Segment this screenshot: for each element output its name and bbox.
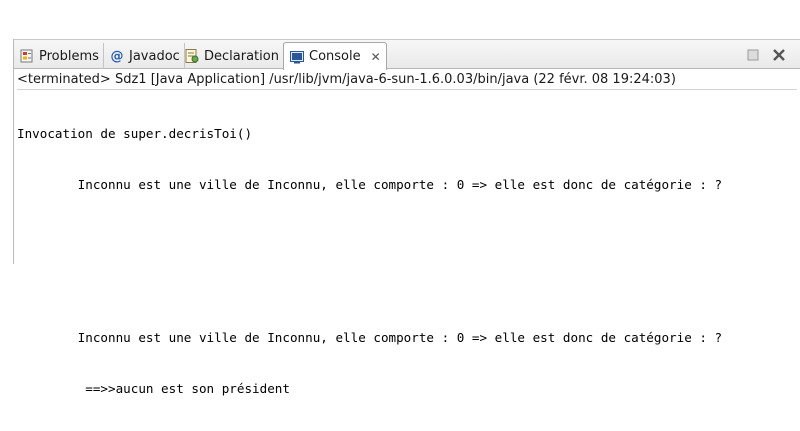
console-output[interactable]: Invocation de super.decrisToi() Inconnu … — [17, 91, 797, 431]
console-icon — [289, 49, 305, 65]
tab-label: Problems — [39, 48, 99, 64]
console-line: ==>>aucun est son président — [17, 381, 290, 396]
javadoc-at-icon: @ — [110, 48, 124, 64]
console-line: Inconnu est une ville de Inconnu, elle c… — [17, 330, 723, 345]
maximize-icon[interactable] — [771, 47, 787, 63]
tab-javadoc[interactable]: @ Javadoc — [104, 43, 185, 69]
console-view: Problems @ Javadoc Declaration Console ✕… — [13, 39, 800, 396]
tab-label: Console — [309, 49, 361, 64]
tab-console[interactable]: Console ✕ — [283, 42, 387, 70]
declaration-icon — [184, 48, 200, 64]
problems-icon — [19, 48, 35, 64]
console-line: Inconnu est une ville de Inconnu, elle c… — [17, 177, 723, 192]
minimize-icon[interactable] — [745, 47, 761, 63]
tab-label: Declaration — [204, 48, 279, 64]
process-status-line: <terminated> Sdz1 [Java Application] /us… — [17, 70, 797, 90]
tab-label: Javadoc — [129, 48, 180, 64]
view-tab-bar: Problems @ Javadoc Declaration Console ✕ — [14, 39, 800, 70]
tab-declaration[interactable]: Declaration — [179, 43, 284, 69]
console-line: Invocation de super.decrisToi() — [17, 126, 253, 141]
close-icon[interactable]: ✕ — [371, 50, 381, 64]
tab-problems[interactable]: Problems — [14, 43, 104, 69]
